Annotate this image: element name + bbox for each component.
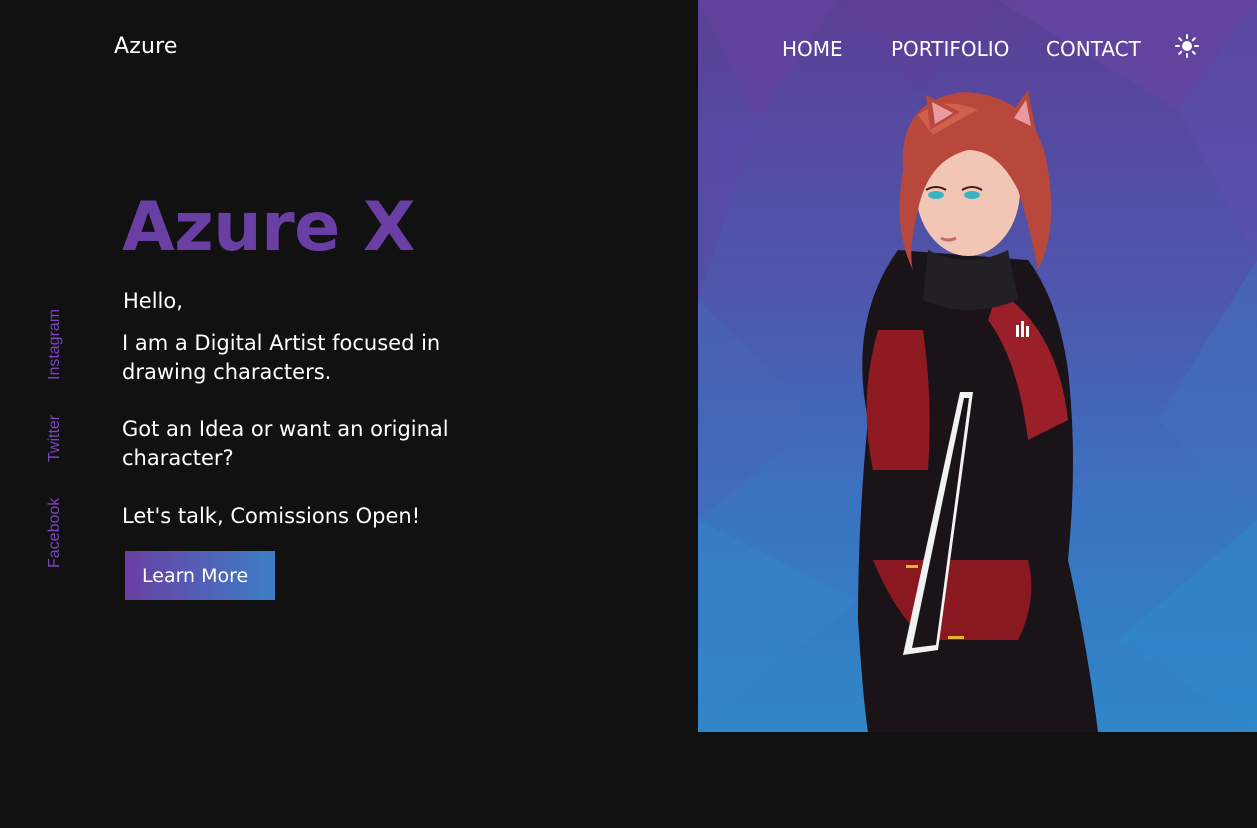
sun-icon — [1175, 34, 1199, 58]
main-nav: HOME PORTIFOLIO CONTACT — [760, 34, 1220, 61]
facebook-link[interactable]: Facebook — [46, 498, 64, 568]
hero-title: Azure X — [122, 188, 415, 267]
character-artwork — [698, 0, 1257, 732]
hero-intro: I am a Digital Artist focused in drawing… — [122, 331, 441, 384]
hero-question: Got an Idea or want an original characte… — [122, 417, 449, 470]
instagram-link[interactable]: Instagram — [46, 309, 64, 380]
nav-portfolio-link[interactable]: PORTIFOLIO — [891, 37, 1009, 61]
learn-more-button[interactable]: Learn More — [125, 551, 275, 600]
theme-toggle-button[interactable] — [1175, 34, 1199, 58]
hero-cta-text: Let's talk, Comissions Open! — [122, 504, 421, 528]
hero-greeting: Hello, — [123, 289, 183, 313]
hero-illustration — [698, 0, 1257, 732]
page: Azure HOME PORTIFOLIO CONTACT Instagram … — [0, 0, 1257, 828]
nav-contact-link[interactable]: CONTACT — [1046, 37, 1141, 61]
nav-home-link[interactable]: HOME — [782, 37, 843, 61]
site-logo[interactable]: Azure — [114, 34, 178, 59]
twitter-link[interactable]: Twitter — [46, 415, 64, 462]
social-links: Instagram Twitter Facebook — [40, 290, 70, 580]
